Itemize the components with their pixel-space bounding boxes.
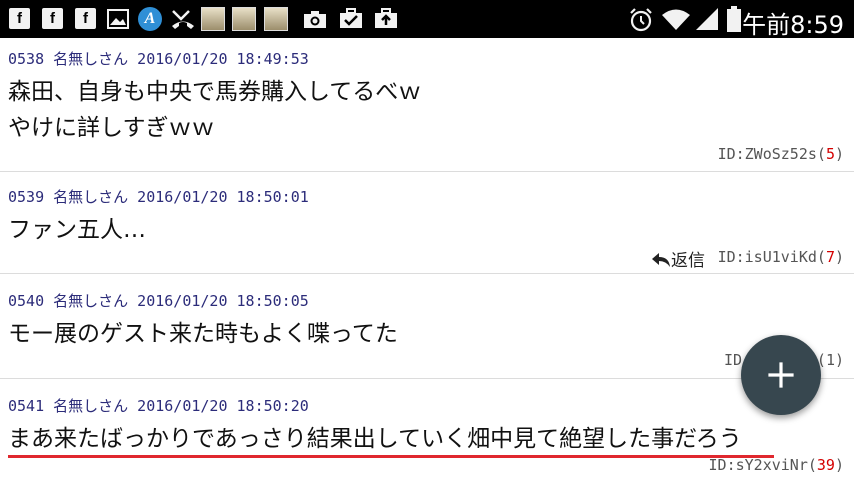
id-text: ID:isU1viKd [717, 248, 817, 266]
highlight-underline [8, 455, 774, 458]
new-post-fab-button[interactable] [741, 335, 821, 415]
id-text: ID:sY2xviNr [708, 456, 808, 474]
plus-icon [768, 362, 794, 388]
clock-time: 午前8:59 [742, 11, 844, 39]
reply-button[interactable]: 返信 [651, 246, 705, 271]
game-app-icon [232, 7, 256, 31]
post-header: 0540 名無しさん 2016/01/20 18:50:05 [8, 292, 309, 310]
alarm-icon [628, 7, 654, 37]
post-0538[interactable]: 0538 名無しさん 2016/01/20 18:49:53 森田、自身も中央で… [0, 38, 854, 172]
game-app-icon [264, 7, 288, 31]
post-id[interactable]: ID:sY2xviNr(39) [709, 456, 844, 474]
battery-icon [727, 6, 741, 36]
post-0541[interactable]: 0541 名無しさん 2016/01/20 18:50:20 まあ来たばっかりで… [0, 379, 854, 480]
post-body-line: ファン五人… [8, 217, 146, 243]
post-body-line: まあ来たばっかりであっさり結果出していく畑中見て絶望した事だろう [8, 426, 742, 452]
post-header: 0541 名無しさん 2016/01/20 18:50:20 [8, 397, 309, 415]
post-body-line: やけに詳しすぎｗｗ [8, 115, 215, 141]
status-bar: f f f A 午前8:59 [0, 0, 854, 39]
post-body-line: 森田、自身も中央で馬券購入してるべｗ [8, 79, 422, 105]
a-app-icon: A [138, 7, 162, 31]
reply-label: 返信 [671, 251, 705, 271]
signal-icon [695, 7, 719, 35]
camera-icon [303, 9, 327, 33]
id-count: 5 [825, 145, 835, 163]
game-app-icon [201, 7, 225, 31]
wifi-icon [661, 7, 691, 35]
id-count: 1 [825, 351, 835, 369]
image-icon [107, 9, 129, 33]
briefcase-upload-icon [374, 7, 398, 33]
post-header: 0539 名無しさん 2016/01/20 18:50:01 [8, 188, 309, 206]
id-text: ID:ZWoSz52s [717, 145, 817, 163]
post-0540[interactable]: 0540 名無しさん 2016/01/20 18:50:05 モー展のゲスト来た… [0, 274, 854, 379]
reply-icon [652, 253, 670, 267]
post-id[interactable]: ID:ZWoSz52s(5) [718, 145, 844, 163]
facebook-icon: f [9, 8, 30, 29]
missed-call-icon [170, 8, 196, 34]
id-count: 7 [825, 248, 835, 266]
facebook-icon: f [42, 8, 63, 29]
post-header: 0538 名無しさん 2016/01/20 18:49:53 [8, 50, 309, 68]
facebook-icon: f [75, 8, 96, 29]
post-0539[interactable]: 0539 名無しさん 2016/01/20 18:50:01 ファン五人… 返信… [0, 172, 854, 274]
post-body-line: モー展のゲスト来た時もよく喋ってた [8, 321, 398, 347]
id-count: 39 [816, 456, 835, 474]
briefcase-check-icon [339, 7, 363, 33]
post-id[interactable]: ID:isU1viKd(7) [718, 248, 844, 266]
